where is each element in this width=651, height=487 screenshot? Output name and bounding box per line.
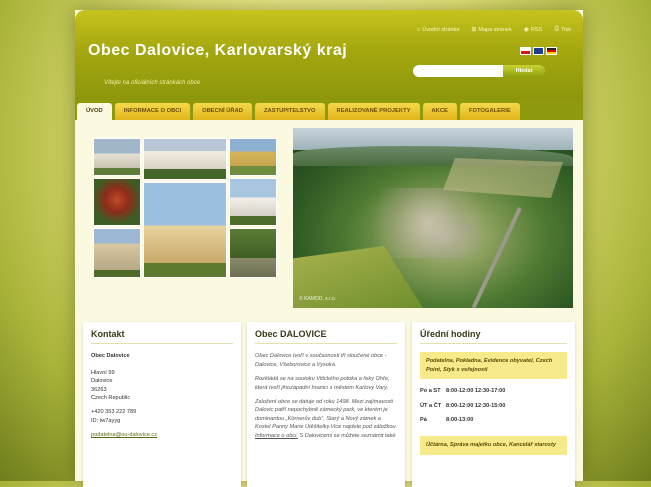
contact-email-link[interactable]: podatelna@ou-dalovice.cz — [91, 431, 233, 439]
photo-monument — [229, 228, 277, 278]
photo-credit: © KAMOD, s.r.o. — [299, 296, 337, 302]
language-flags — [520, 47, 557, 55]
contact-panel: Kontakt Obec Dalovice Hlavní 99 Dalovice… — [83, 322, 241, 487]
photo-castle — [93, 138, 141, 176]
photo-collage — [93, 138, 277, 278]
aerial-photo: © KAMOD, s.r.o. — [293, 128, 573, 309]
photo-building — [93, 228, 141, 278]
about-paragraph-1: Obec Dalovice tvoří v současnosti tři sl… — [255, 353, 387, 368]
top-link-rss[interactable]: ◉ RSS — [523, 26, 543, 34]
contact-name: Obec Dalovice — [91, 353, 130, 360]
hours-box-1: Podatelna, Pokladna, Evidence obyvatel, … — [420, 352, 567, 380]
search-input[interactable] — [413, 65, 503, 77]
german-flag-icon[interactable] — [546, 47, 557, 55]
hero-section: © KAMOD, s.r.o. — [93, 128, 573, 309]
office-hours-panel: Úřední hodiny Podatelna, Pokladna, Evide… — [412, 322, 575, 487]
tab-akce[interactable]: AKCE — [422, 103, 457, 120]
home-icon: ⌂ — [416, 26, 421, 33]
contact-town: Dalovice — [91, 378, 113, 385]
sitemap-icon: ⊞ — [471, 27, 477, 33]
search-button[interactable]: Hledat — [503, 65, 545, 77]
contact-heading: Kontakt — [91, 329, 233, 345]
photo-houses — [229, 138, 277, 176]
hours-row: Po a ST 8:00-12:00 12:30-17:00 — [420, 388, 506, 395]
photo-chateau — [143, 138, 227, 180]
main-nav: ÚVOD INFORMACE O OBCI OBECNÍ ÚŘAD ZASTUP… — [75, 100, 583, 120]
contact-id: ID: tw7ayyg — [91, 417, 121, 424]
rss-icon: ◉ — [523, 27, 529, 33]
contact-country: Czech Republic — [91, 395, 131, 402]
top-link-home[interactable]: ⌂ Úvodní stránka — [417, 26, 460, 33]
site-subtitle: Vítejte na oficiálních stránkách obce — [104, 80, 201, 86]
contact-zip: 36263 — [91, 386, 107, 393]
tab-informace-o-obci[interactable]: INFORMACE O OBCI — [114, 103, 191, 120]
photo-tree — [93, 178, 141, 226]
hours-box-2: Účtárna, Správa majetku obce, Kancelář s… — [420, 436, 567, 455]
czech-flag-icon[interactable] — [520, 47, 531, 55]
about-heading: Obec DALOVICE — [255, 329, 397, 345]
tab-realizovane-projekty[interactable]: REALIZOVANÉ PROJEKTY — [327, 103, 420, 120]
info-link[interactable]: Informace o obci. — [255, 433, 298, 439]
top-links: ⌂ Úvodní stránka ⊞ Mapa stránek ◉ RSS ⎙ Tisk — [417, 26, 571, 33]
tab-obecni-urad[interactable]: OBECNÍ ÚŘAD — [193, 103, 252, 120]
hours-row: Pá 8:00-13:00 — [420, 417, 474, 424]
contact-street: Hlavní 99 — [91, 369, 115, 376]
english-flag-icon[interactable] — [533, 47, 544, 55]
about-paragraph-2: Rozkládá se na soutoku Vitického potoka … — [255, 376, 390, 391]
print-icon: ⎙ — [554, 26, 560, 32]
hours-row: ÚT a ČT 8:00-12:00 12:30-15:00 — [420, 402, 506, 409]
tab-fotogalerie[interactable]: FOTOGALERIE — [459, 103, 520, 120]
site-header: ⌂ Úvodní stránka ⊞ Mapa stránek ◉ RSS ⎙ Tisk… — [75, 10, 583, 100]
page-container: ⌂ Úvodní stránka ⊞ Mapa stránek ◉ RSS ⎙ Tisk… — [75, 10, 583, 487]
site-title[interactable]: Obec Dalovice, Karlovarský kraj — [88, 42, 368, 59]
contact-phone: +420 353 222 789 — [91, 409, 137, 416]
about-paragraph-3: Založení obce se datuje od roku 1498. Me… — [255, 399, 396, 439]
photo-chapel — [229, 178, 277, 226]
hours-heading: Úřední hodiny — [420, 329, 567, 345]
top-link-print[interactable]: ⎙ Tisk — [554, 26, 571, 33]
tab-zastupitelstvo[interactable]: ZASTUPITELSTVO — [254, 103, 325, 120]
top-link-sitemap[interactable]: ⊞ Mapa stránek — [471, 26, 511, 34]
photo-church — [143, 182, 227, 278]
tab-uvod[interactable]: ÚVOD — [77, 103, 112, 120]
about-panel: Obec DALOVICE Obec Dalovice tvoří v souč… — [247, 322, 405, 487]
